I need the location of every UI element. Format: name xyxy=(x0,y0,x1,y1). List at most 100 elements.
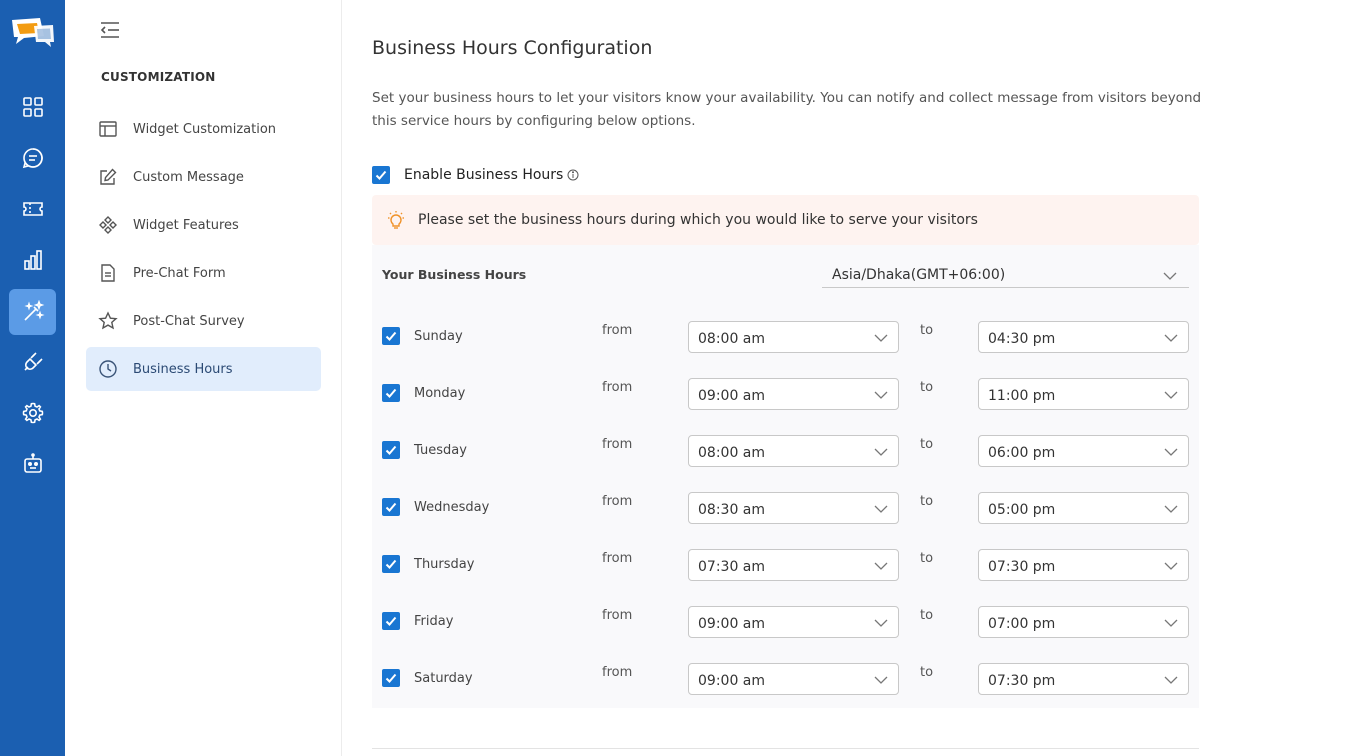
day-row-sunday: Sunday from 08:00 am to 04:30 pm xyxy=(382,321,1192,355)
day-row-thursday: Thursday from 07:30 am to 07:30 pm xyxy=(382,549,1192,583)
business-hours-panel: Your Business Hours Asia/Dhaka(GMT+06:00… xyxy=(372,245,1199,708)
magic-wand-icon xyxy=(23,300,45,321)
sidebar-item-post-chat-survey[interactable]: Post-Chat Survey xyxy=(86,299,321,343)
info-icon[interactable] xyxy=(567,169,579,181)
sidebar-item-widget-features[interactable]: Widget Features xyxy=(86,203,321,247)
rail-tickets[interactable] xyxy=(9,186,56,232)
form-icon xyxy=(101,264,115,282)
checkmark-icon xyxy=(385,673,397,683)
day-checkbox[interactable] xyxy=(382,669,400,687)
timezone-select[interactable]: Asia/Dhaka(GMT+06:00) xyxy=(822,263,1189,288)
to-label: to xyxy=(920,380,934,395)
day-name: Sunday xyxy=(414,329,463,344)
to-label: to xyxy=(920,665,934,680)
day-checkbox[interactable] xyxy=(382,555,400,573)
your-business-hours-label: Your Business Hours xyxy=(382,267,527,282)
app-rail xyxy=(0,0,65,756)
edit-icon xyxy=(100,168,117,185)
plug-icon xyxy=(23,352,43,371)
dashboard-icon xyxy=(22,97,43,117)
day-checkbox[interactable] xyxy=(382,441,400,459)
day-checkbox[interactable] xyxy=(382,498,400,516)
day-name: Friday xyxy=(414,614,454,629)
day-name: Tuesday xyxy=(414,443,467,458)
to-time-select[interactable]: 05:00 pm xyxy=(978,492,1189,524)
enable-business-hours-label: Enable Business Hours xyxy=(404,167,564,183)
to-label: to xyxy=(920,494,934,509)
rail-customization[interactable] xyxy=(9,289,56,335)
chevron-down-icon xyxy=(874,562,888,570)
rail-settings[interactable] xyxy=(9,390,56,436)
rail-bot[interactable] xyxy=(9,441,56,487)
from-time-value: 09:00 am xyxy=(698,616,766,632)
from-label: from xyxy=(602,665,633,680)
from-time-select[interactable]: 09:00 am xyxy=(688,378,899,410)
alert-text: Please set the business hours during whi… xyxy=(418,212,978,228)
to-time-select[interactable]: 06:00 pm xyxy=(978,435,1189,467)
sidebar-item-label: Business Hours xyxy=(133,361,233,377)
checkmark-icon xyxy=(385,388,397,398)
sidebar-item-custom-message[interactable]: Custom Message xyxy=(86,155,321,199)
from-time-value: 09:00 am xyxy=(698,673,766,689)
enable-business-hours-checkbox[interactable] xyxy=(372,166,390,184)
ticket-icon xyxy=(22,202,43,216)
to-label: to xyxy=(920,323,934,338)
from-time-value: 08:00 am xyxy=(698,331,766,347)
day-name: Monday xyxy=(414,386,466,401)
app-logo-icon[interactable] xyxy=(10,16,56,48)
to-time-select[interactable]: 04:30 pm xyxy=(978,321,1189,353)
from-time-value: 08:00 am xyxy=(698,445,766,461)
collapse-sidebar-icon[interactable] xyxy=(99,20,121,40)
from-time-select[interactable]: 08:30 am xyxy=(688,492,899,524)
chevron-down-icon xyxy=(1164,505,1178,513)
rail-dashboard[interactable] xyxy=(9,84,56,130)
from-label: from xyxy=(602,494,633,509)
from-time-select[interactable]: 08:00 am xyxy=(688,321,899,353)
to-time-select[interactable]: 07:00 pm xyxy=(978,606,1189,638)
page-title: Business Hours Configuration xyxy=(372,37,653,59)
day-checkbox[interactable] xyxy=(382,384,400,402)
sidebar-item-business-hours[interactable]: Business Hours xyxy=(86,347,321,391)
sidebar-item-label: Widget Customization xyxy=(133,121,277,137)
checkmark-icon xyxy=(385,331,397,341)
sidebar-item-pre-chat-form[interactable]: Pre-Chat Form xyxy=(86,251,321,295)
chevron-down-icon xyxy=(874,448,888,456)
customization-sidebar: CUSTOMIZATION Widget Customization Custo… xyxy=(65,0,342,756)
sidebar-item-widget-customization[interactable]: Widget Customization xyxy=(86,107,321,151)
chevron-down-icon xyxy=(874,619,888,627)
day-row-tuesday: Tuesday from 08:00 am to 06:00 pm xyxy=(382,435,1192,469)
from-time-select[interactable]: 09:00 am xyxy=(688,663,899,695)
from-time-value: 08:30 am xyxy=(698,502,766,518)
day-row-friday: Friday from 09:00 am to 07:00 pm xyxy=(382,606,1192,640)
from-label: from xyxy=(602,551,633,566)
sidebar-item-label: Pre-Chat Form xyxy=(133,265,226,281)
from-time-value: 09:00 am xyxy=(698,388,766,404)
chevron-down-icon xyxy=(1163,272,1177,280)
clock-icon xyxy=(99,360,117,378)
day-checkbox[interactable] xyxy=(382,327,400,345)
day-row-saturday: Saturday from 09:00 am to 07:30 pm xyxy=(382,663,1192,697)
rail-integrations[interactable] xyxy=(9,339,56,385)
rail-chats[interactable] xyxy=(9,135,56,181)
sidebar-item-label: Custom Message xyxy=(133,169,244,185)
to-time-select[interactable]: 07:30 pm xyxy=(978,549,1189,581)
to-label: to xyxy=(920,437,934,452)
chevron-down-icon xyxy=(1164,562,1178,570)
rail-analytics[interactable] xyxy=(9,237,56,283)
day-name: Wednesday xyxy=(414,500,490,515)
business-hours-alert: Please set the business hours during whi… xyxy=(372,195,1199,245)
day-name: Saturday xyxy=(414,671,473,686)
day-checkbox[interactable] xyxy=(382,612,400,630)
from-label: from xyxy=(602,437,633,452)
to-time-select[interactable]: 11:00 pm xyxy=(978,378,1189,410)
from-time-select[interactable]: 09:00 am xyxy=(688,606,899,638)
chevron-down-icon xyxy=(1164,619,1178,627)
from-time-select[interactable]: 08:00 am xyxy=(688,435,899,467)
from-label: from xyxy=(602,608,633,623)
features-icon xyxy=(99,216,117,234)
layout-icon xyxy=(99,121,117,137)
chevron-down-icon xyxy=(874,391,888,399)
from-time-select[interactable]: 07:30 am xyxy=(688,549,899,581)
chevron-down-icon xyxy=(874,334,888,342)
to-time-select[interactable]: 07:30 pm xyxy=(978,663,1189,695)
